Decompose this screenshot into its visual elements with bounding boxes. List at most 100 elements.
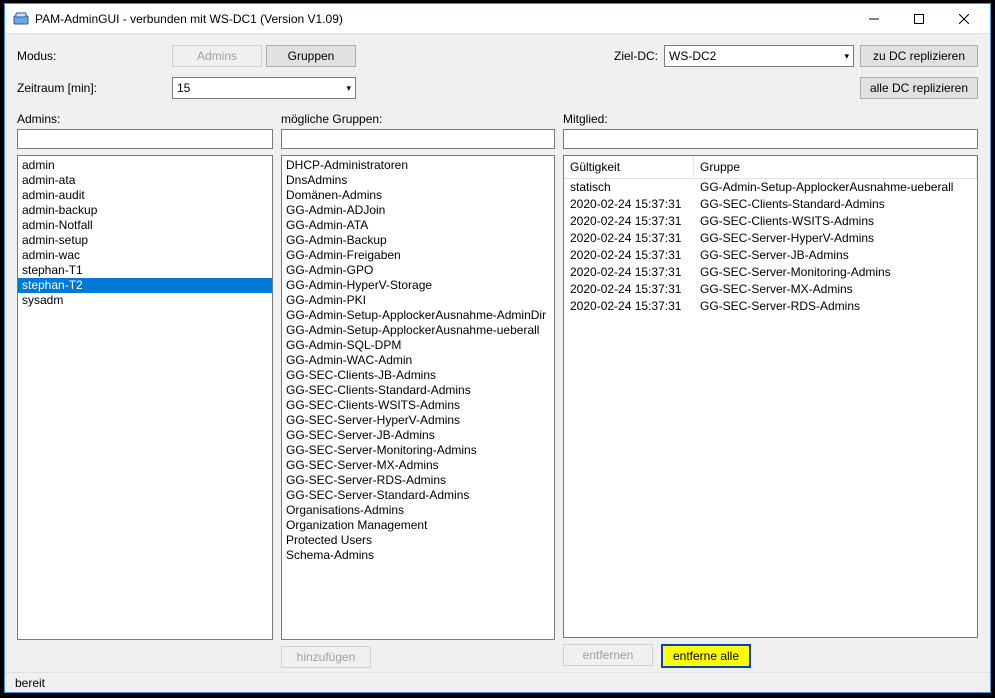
admins-panel-label: Admins: — [17, 112, 281, 126]
list-item[interactable]: GG-SEC-Server-RDS-Admins — [282, 473, 554, 488]
cell-gruppe: GG-SEC-Server-RDS-Admins — [694, 298, 977, 315]
panel-labels: Admins: mögliche Gruppen: Mitglied: — [17, 112, 978, 126]
admins-filter-input[interactable] — [17, 129, 273, 149]
ziel-dc-combo[interactable]: WS-DC2 ▾ — [664, 45, 854, 67]
remove-button[interactable]: entfernen — [563, 644, 653, 666]
list-item[interactable]: GG-Admin-SQL-DPM — [282, 338, 554, 353]
list-item[interactable]: GG-SEC-Clients-Standard-Admins — [282, 383, 554, 398]
list-item[interactable]: Protected Users — [282, 533, 554, 548]
list-item[interactable]: GG-SEC-Server-Standard-Admins — [282, 488, 554, 503]
app-icon — [13, 11, 29, 27]
list-item[interactable]: GG-Admin-WAC-Admin — [282, 353, 554, 368]
list-item[interactable]: DHCP-Administratoren — [282, 158, 554, 173]
groups-panel-label: mögliche Gruppen: — [281, 112, 563, 126]
cell-gueltigkeit: 2020-02-24 15:37:31 — [564, 196, 694, 213]
list-item[interactable]: GG-SEC-Clients-WSITS-Admins — [282, 398, 554, 413]
list-item[interactable]: Organization Management — [282, 518, 554, 533]
member-actions: entfernen entferne alle — [563, 644, 978, 668]
member-panel-label: Mitglied: — [563, 112, 978, 126]
filter-row — [17, 129, 978, 149]
minimize-button[interactable] — [851, 5, 896, 33]
admins-listbox[interactable]: adminadmin-ataadmin-auditadmin-backupadm… — [17, 155, 273, 640]
list-item[interactable]: admin-audit — [18, 188, 272, 203]
list-item[interactable]: Organisations-Admins — [282, 503, 554, 518]
content-area: Modus: Admins Gruppen Ziel-DC: WS-DC2 ▾ … — [5, 34, 990, 672]
lists-row: adminadmin-ataadmin-auditadmin-backupadm… — [17, 155, 978, 668]
list-item[interactable]: Domänen-Admins — [282, 188, 554, 203]
list-item[interactable]: admin — [18, 158, 272, 173]
table-row[interactable]: 2020-02-24 15:37:31GG-SEC-Server-Monitor… — [564, 264, 977, 281]
list-item[interactable]: GG-Admin-ATA — [282, 218, 554, 233]
member-panel: Gültigkeit Gruppe statischGG-Admin-Setup… — [563, 155, 978, 668]
dc-controls: Ziel-DC: WS-DC2 ▾ zu DC replizieren — [614, 45, 978, 67]
list-item[interactable]: admin-wac — [18, 248, 272, 263]
col-gueltigkeit[interactable]: Gültigkeit — [564, 156, 694, 178]
list-item[interactable]: admin-ata — [18, 173, 272, 188]
list-item[interactable]: GG-Admin-Setup-ApplockerAusnahme-AdminDi… — [282, 308, 554, 323]
top-row-1: Modus: Admins Gruppen Ziel-DC: WS-DC2 ▾ … — [17, 44, 978, 68]
list-item[interactable]: DnsAdmins — [282, 173, 554, 188]
app-window: PAM-AdminGUI - verbunden mit WS-DC1 (Ver… — [4, 3, 991, 693]
list-item[interactable]: GG-Admin-HyperV-Storage — [282, 278, 554, 293]
list-item[interactable]: GG-SEC-Server-MX-Admins — [282, 458, 554, 473]
cell-gueltigkeit: 2020-02-24 15:37:31 — [564, 281, 694, 298]
cell-gruppe: GG-SEC-Server-JB-Admins — [694, 247, 977, 264]
cell-gruppe: GG-SEC-Clients-WSITS-Admins — [694, 213, 977, 230]
member-grid-header: Gültigkeit Gruppe — [564, 156, 977, 179]
list-item[interactable]: GG-Admin-Setup-ApplockerAusnahme-ueberal… — [282, 323, 554, 338]
cell-gruppe: GG-SEC-Server-MX-Admins — [694, 281, 977, 298]
groups-filter-input[interactable] — [281, 129, 555, 149]
groups-listbox[interactable]: DHCP-AdministratorenDnsAdminsDomänen-Adm… — [281, 155, 555, 640]
list-item[interactable]: GG-Admin-GPO — [282, 263, 554, 278]
list-item[interactable]: sysadm — [18, 293, 272, 308]
chevron-down-icon: ▾ — [844, 51, 849, 62]
cell-gruppe: GG-SEC-Server-Monitoring-Admins — [694, 264, 977, 281]
cell-gueltigkeit: 2020-02-24 15:37:31 — [564, 298, 694, 315]
table-row[interactable]: 2020-02-24 15:37:31GG-SEC-Clients-Standa… — [564, 196, 977, 213]
remove-all-button[interactable]: entferne alle — [661, 644, 751, 668]
chevron-down-icon: ▾ — [346, 83, 351, 94]
list-item[interactable]: stephan-T1 — [18, 263, 272, 278]
add-button[interactable]: hinzufügen — [281, 646, 371, 668]
cell-gruppe: GG-SEC-Clients-Standard-Admins — [694, 196, 977, 213]
list-item[interactable]: GG-SEC-Server-JB-Admins — [282, 428, 554, 443]
list-item[interactable]: admin-Notfall — [18, 218, 272, 233]
mode-groups-button[interactable]: Gruppen — [266, 45, 356, 67]
list-item[interactable]: GG-SEC-Clients-JB-Admins — [282, 368, 554, 383]
zeitraum-combo[interactable]: 15 ▾ — [172, 77, 356, 99]
cell-gueltigkeit: 2020-02-24 15:37:31 — [564, 213, 694, 230]
list-item[interactable]: GG-SEC-Server-Monitoring-Admins — [282, 443, 554, 458]
cell-gruppe: GG-Admin-Setup-ApplockerAusnahme-ueberal… — [694, 179, 977, 196]
table-row[interactable]: 2020-02-24 15:37:31GG-SEC-Server-RDS-Adm… — [564, 298, 977, 315]
list-item[interactable]: Schema-Admins — [282, 548, 554, 563]
zeitraum-value: 15 — [177, 81, 190, 95]
top-row-2: Zeitraum [min]: 15 ▾ alle DC replizieren — [17, 76, 978, 100]
list-item[interactable]: GG-SEC-Server-HyperV-Admins — [282, 413, 554, 428]
cell-gueltigkeit: 2020-02-24 15:37:31 — [564, 247, 694, 264]
member-grid[interactable]: Gültigkeit Gruppe statischGG-Admin-Setup… — [563, 155, 978, 638]
table-row[interactable]: 2020-02-24 15:37:31GG-SEC-Server-JB-Admi… — [564, 247, 977, 264]
replicate-all-dc-button[interactable]: alle DC replizieren — [860, 77, 978, 99]
list-item[interactable]: GG-Admin-ADJoin — [282, 203, 554, 218]
member-filter-input[interactable] — [563, 129, 978, 149]
member-grid-body: statischGG-Admin-Setup-ApplockerAusnahme… — [564, 179, 977, 315]
list-item[interactable]: GG-Admin-Backup — [282, 233, 554, 248]
zeitraum-label: Zeitraum [min]: — [17, 81, 172, 95]
dc-controls-2: alle DC replizieren — [860, 77, 978, 99]
table-row[interactable]: 2020-02-24 15:37:31GG-SEC-Server-HyperV-… — [564, 230, 977, 247]
list-item[interactable]: GG-Admin-Freigaben — [282, 248, 554, 263]
list-item[interactable]: admin-setup — [18, 233, 272, 248]
maximize-button[interactable] — [896, 5, 941, 33]
replicate-to-dc-button[interactable]: zu DC replizieren — [860, 45, 978, 67]
list-item[interactable]: GG-Admin-PKI — [282, 293, 554, 308]
close-button[interactable] — [941, 5, 986, 33]
cell-gueltigkeit: 2020-02-24 15:37:31 — [564, 230, 694, 247]
list-item[interactable]: admin-backup — [18, 203, 272, 218]
col-gruppe[interactable]: Gruppe — [694, 156, 977, 178]
cell-gueltigkeit: statisch — [564, 179, 694, 196]
table-row[interactable]: 2020-02-24 15:37:31GG-SEC-Server-MX-Admi… — [564, 281, 977, 298]
mode-admins-button[interactable]: Admins — [172, 45, 262, 67]
list-item[interactable]: stephan-T2 — [18, 278, 272, 293]
table-row[interactable]: statischGG-Admin-Setup-ApplockerAusnahme… — [564, 179, 977, 196]
table-row[interactable]: 2020-02-24 15:37:31GG-SEC-Clients-WSITS-… — [564, 213, 977, 230]
